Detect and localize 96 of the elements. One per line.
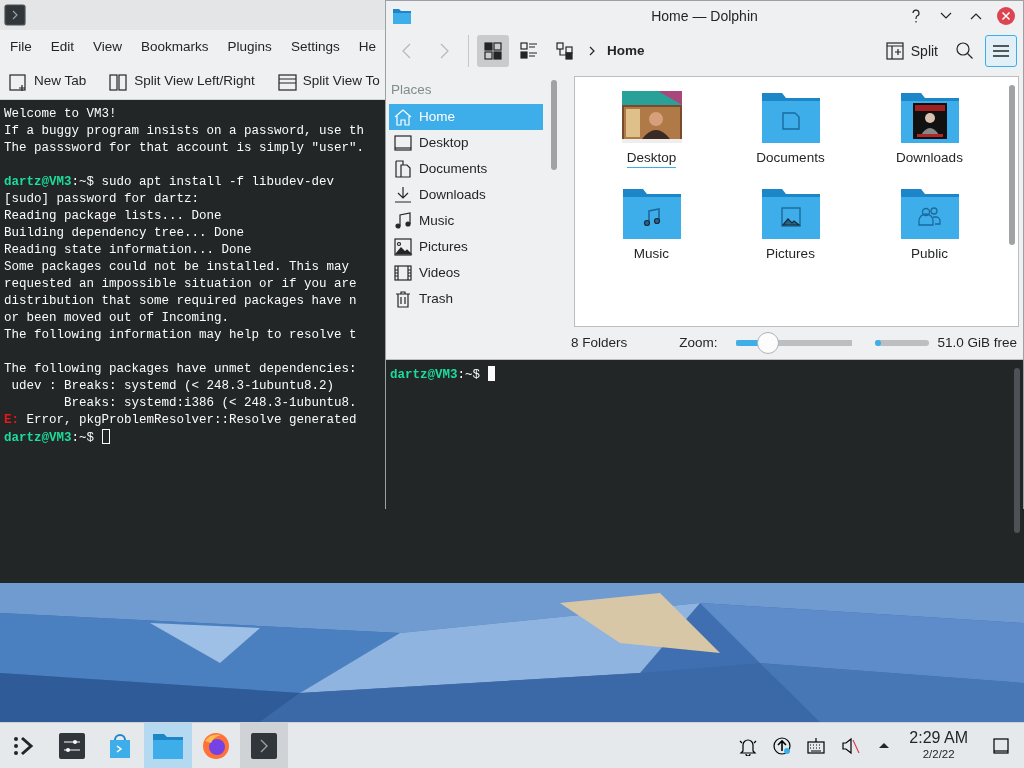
- update-icon: [772, 735, 793, 756]
- prompt-text: dartz@VM3: [4, 431, 72, 445]
- pictures-icon: [393, 237, 413, 258]
- icons-view-icon: [483, 41, 503, 61]
- section-header: Places: [390, 81, 433, 99]
- window-title: Home — Dolphin: [651, 7, 758, 26]
- terminal-line: Error, pkgProblemResolver::Resolve generated: [25, 413, 357, 427]
- expand-icon: [879, 743, 890, 748]
- settings-icon[interactable]: [58, 731, 86, 760]
- globe-icon[interactable]: [201, 730, 231, 761]
- terminal-line: Welcome to VM3!: [4, 107, 117, 121]
- toolbar-button[interactable]: Split View To: [276, 71, 380, 92]
- keyboard-icon: [806, 735, 827, 756]
- clock[interactable]: 2:29 AM 2/2/22: [903, 730, 974, 761]
- menu-item[interactable]: View: [93, 36, 123, 58]
- command-text: sudo apt install -f libudev-dev: [100, 175, 335, 189]
- close-icon: [996, 5, 1016, 26]
- places-item[interactable]: Trash: [389, 286, 543, 313]
- chevron-down-icon: [939, 10, 953, 21]
- tab-icon: [108, 71, 129, 92]
- terminal-line: Reading state information... Done: [4, 243, 252, 257]
- terminal-line: Breaks: systemd:i386 (< 248.3-1ubuntu8.: [63, 396, 357, 410]
- prompt-text: dartz@VM3: [390, 368, 458, 382]
- free-space-text: 51.0 GiB free: [937, 333, 1017, 352]
- prompt-text: dartz@VM3: [4, 175, 72, 189]
- folder-label[interactable]: Public: [911, 245, 948, 263]
- breadcrumb-item[interactable]: Home: [607, 40, 645, 62]
- terminal-line: or been moved out of Incoming.: [4, 311, 230, 325]
- tree-view-icon: [555, 41, 575, 61]
- folder-label[interactable]: Pictures: [766, 245, 815, 263]
- folder-icon: [392, 6, 412, 25]
- places-item[interactable]: Documents: [389, 156, 543, 183]
- zoom-label: Zoom:: [679, 333, 718, 352]
- taskbar-app[interactable]: [240, 722, 288, 768]
- split-button[interactable]: Split: [877, 35, 945, 67]
- home-icon: [393, 107, 413, 128]
- places-item[interactable]: Music: [389, 208, 543, 235]
- places-item[interactable]: Videos: [389, 260, 543, 287]
- folder-icon: [760, 187, 821, 239]
- terminal-line: The following information may help to resolve t: [4, 328, 357, 342]
- folder-label[interactable]: Music: [633, 245, 670, 263]
- error-tag: E:: [4, 413, 19, 427]
- desktop-icon: [393, 133, 413, 154]
- terminal-icon[interactable]: [250, 731, 278, 760]
- folder-label[interactable]: Downloads: [896, 149, 963, 167]
- toolbar-button[interactable]: Split View Left/Right: [108, 71, 255, 92]
- documents-icon: [393, 159, 413, 180]
- desktop-icon: [991, 735, 1011, 756]
- slider-thumb[interactable]: [756, 332, 779, 354]
- menu-item[interactable]: Settings: [290, 36, 340, 58]
- help-icon: [909, 7, 923, 24]
- terminal-icon: [4, 4, 26, 26]
- menu-item[interactable]: Edit: [50, 36, 75, 58]
- split-view-icon: [884, 41, 905, 61]
- folder-icon: [899, 187, 960, 239]
- status-text: 8 Folders: [571, 333, 628, 352]
- menu-item[interactable]: Plugins: [227, 36, 272, 58]
- terminal-line: requested an impossible situation or if you are: [4, 277, 357, 291]
- downloads-icon: [393, 185, 413, 206]
- scrollbar-thumb[interactable]: [1009, 85, 1015, 245]
- tab-icon: [8, 71, 28, 92]
- folder-icon: [760, 91, 821, 143]
- path-text: :~$: [71, 431, 95, 445]
- menu-button[interactable]: [985, 35, 1017, 67]
- muted-speaker-icon: [840, 735, 861, 756]
- path-text: :~$: [71, 175, 95, 189]
- view-mode-button[interactable]: [477, 35, 509, 67]
- details-view-icon: [519, 41, 539, 61]
- terminal-line: distribution that some required packages have n: [4, 294, 357, 308]
- music-icon: [393, 211, 413, 232]
- terminal-line: Building dependency tree... Done: [4, 226, 245, 240]
- places-item[interactable]: Pictures: [389, 234, 543, 261]
- menu-item[interactable]: He: [358, 36, 376, 58]
- terminal-line: The passsword for that account is simply "user".: [4, 141, 365, 155]
- tab-icon: [276, 71, 297, 92]
- places-item[interactable]: Desktop: [389, 130, 543, 157]
- scrollbar-thumb[interactable]: [551, 80, 557, 170]
- folder-icon: [621, 187, 682, 239]
- terminal-line: Some packages could not be installed. This may: [4, 260, 350, 274]
- terminal-line: Reading package lists... Done: [4, 209, 222, 223]
- folder-label[interactable]: Desktop: [626, 149, 677, 168]
- toolbar-button[interactable]: New Tab: [8, 71, 87, 92]
- path-text: :~$: [457, 368, 481, 382]
- terminal-line: If a buggy program insists on a password, use th: [4, 124, 365, 138]
- menu-item[interactable]: Bookmarks: [141, 36, 209, 58]
- folder-label[interactable]: Documents: [756, 149, 825, 167]
- scrollbar-thumb[interactable]: [1014, 368, 1020, 533]
- terminal-line: udev : Breaks: systemd (< 248.3-1ubuntu8.2): [10, 379, 335, 393]
- trash-icon: [393, 289, 413, 310]
- menu-item[interactable]: File: [10, 36, 32, 58]
- videos-icon: [393, 263, 413, 284]
- terminal-line: [sudo] password for dartz:: [4, 192, 200, 206]
- terminal-line: The following packages have unmet dependencies:: [4, 362, 357, 376]
- search-icon: [955, 41, 975, 61]
- places-item[interactable]: Downloads: [389, 182, 543, 209]
- folder-icon[interactable]: [152, 731, 184, 760]
